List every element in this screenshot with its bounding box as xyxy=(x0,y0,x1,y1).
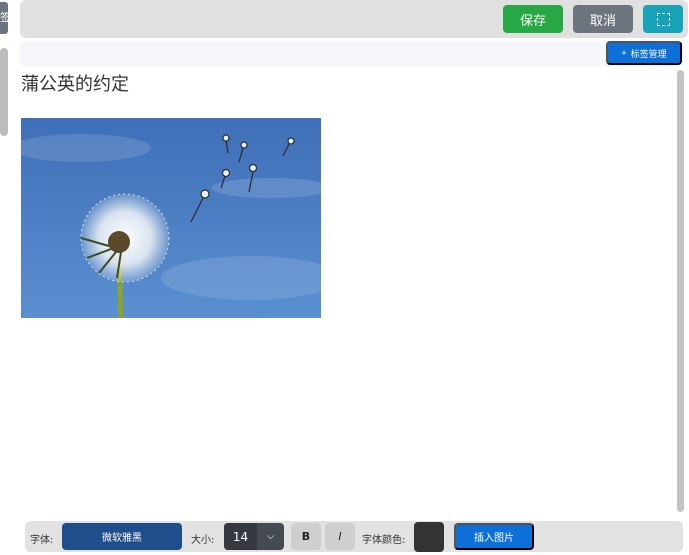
fullscreen-icon xyxy=(656,12,670,26)
editor-scrollbar[interactable] xyxy=(677,70,684,512)
format-bar: 字体: 微软雅黑 大小: 14 ⌵ B I 字体颜色: 插入图片 xyxy=(25,521,683,552)
editor-window: 签 保存 取消 + 标签管理 蒲公英的约定 字体: 微软雅黑 大小: 14 ⌵ … xyxy=(0,0,689,555)
font-size-value: 14 xyxy=(224,523,257,550)
tag-manage-label: 标签管理 xyxy=(630,48,667,59)
font-color-label: 字体颜色: xyxy=(362,535,406,546)
top-toolbar: 保存 取消 xyxy=(20,0,688,38)
left-scrollbar[interactable] xyxy=(0,48,8,136)
size-label: 大小: xyxy=(191,535,215,546)
save-button[interactable]: 保存 xyxy=(503,5,563,33)
left-panel-tab-label: 签 xyxy=(0,11,8,24)
note-title[interactable]: 蒲公英的约定 xyxy=(21,70,129,96)
cancel-button[interactable]: 取消 xyxy=(573,5,633,33)
font-color-picker[interactable] xyxy=(414,522,444,552)
bold-button[interactable]: B xyxy=(291,523,321,550)
italic-button[interactable]: I xyxy=(325,523,355,550)
dandelion-image-graphic xyxy=(21,118,321,318)
left-panel-tab[interactable]: 签 xyxy=(0,2,8,34)
plus-icon: + xyxy=(621,48,627,58)
dandelion-photo[interactable] xyxy=(21,118,321,318)
insert-image-button[interactable]: 插入图片 xyxy=(454,523,534,550)
chevron-down-icon: ⌵ xyxy=(266,531,275,542)
font-label: 字体: xyxy=(30,535,54,546)
tag-manage-button[interactable]: + 标签管理 xyxy=(606,41,682,65)
font-size-select[interactable]: 14 ⌵ xyxy=(224,523,284,550)
font-family-select[interactable]: 微软雅黑 xyxy=(62,523,182,550)
tag-bar: + 标签管理 xyxy=(20,41,684,67)
fullscreen-button[interactable] xyxy=(643,5,683,33)
